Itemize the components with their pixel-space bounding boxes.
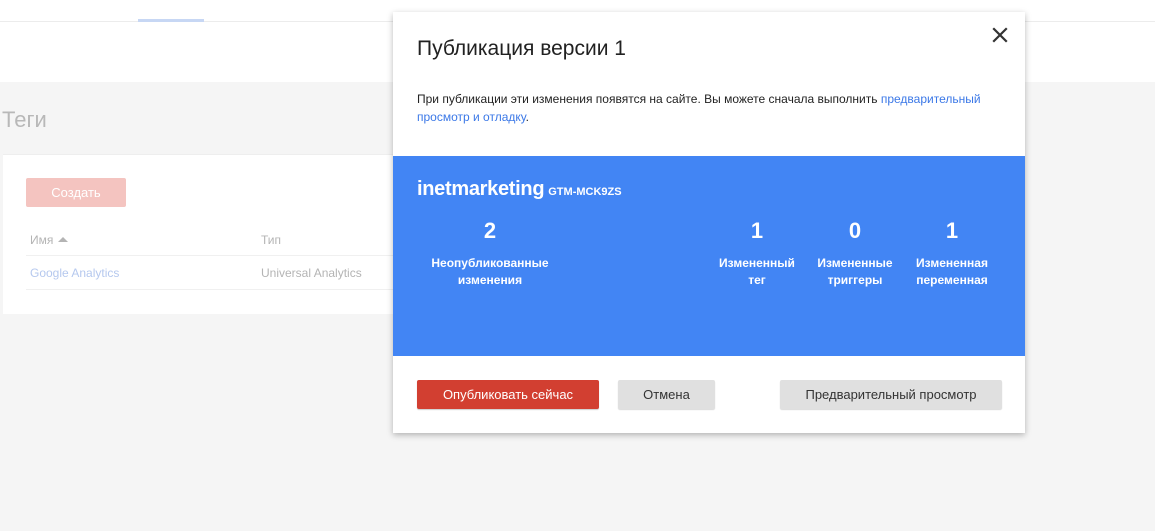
active-tab-indicator (138, 19, 204, 22)
stat-modified-tag: 1 Измененный тег (717, 218, 797, 289)
publish-now-button[interactable]: Опубликовать сейчас (417, 380, 599, 409)
container-name-row: inetmarketing GTM-MCK9ZS (417, 178, 622, 201)
tag-type-cell: Universal Analytics (261, 266, 362, 280)
publish-dialog: Публикация версии 1 При публикации эти и… (393, 12, 1025, 433)
stat-modified-variable: 1 Измененная переменная (912, 218, 992, 289)
stat-label-line: изменения (457, 273, 523, 287)
cancel-button[interactable]: Отмена (618, 380, 715, 409)
close-button[interactable] (987, 22, 1013, 48)
stat-label: Измененный тег (717, 255, 797, 289)
version-summary-panel: inetmarketing GTM-MCK9ZS 2 Неопубликованн… (393, 156, 1025, 356)
stat-label: Измененная переменная (912, 255, 992, 289)
stat-label-line: тег (748, 273, 766, 287)
stat-label-line: Неопубликованные (431, 256, 549, 270)
preview-button[interactable]: Предварительный просмотр (780, 380, 1002, 409)
column-header-name[interactable]: Имя (30, 233, 53, 247)
dialog-title: Публикация версии 1 (417, 37, 626, 60)
stat-label-line: триггеры (827, 273, 883, 287)
stat-value: 0 (848, 218, 862, 243)
stat-label-line: Измененная (916, 256, 988, 270)
column-header-type[interactable]: Тип (261, 233, 281, 247)
stat-value: 2 (483, 218, 497, 243)
page-title: Теги (2, 107, 47, 132)
dialog-description: При публикации эти изменения появятся на… (417, 90, 987, 126)
stat-label-line: Измененный (719, 256, 795, 270)
table-divider (26, 289, 423, 290)
table-divider (26, 255, 423, 256)
sort-ascending-icon[interactable] (58, 237, 68, 242)
description-text: При публикации эти изменения появятся на… (417, 92, 881, 106)
stat-value: 1 (750, 218, 764, 243)
description-end: . (525, 110, 529, 124)
close-icon (992, 27, 1008, 43)
container-name: inetmarketing (417, 178, 545, 200)
stat-modified-triggers: 0 Измененные триггеры (815, 218, 895, 289)
stat-value: 1 (945, 218, 959, 243)
stat-label-line: Измененные (817, 256, 893, 270)
create-tag-button[interactable]: Создать (26, 178, 126, 207)
stat-label-line: переменная (916, 273, 988, 287)
stat-unpublished-changes: 2 Неопубликованные изменения (423, 218, 557, 289)
stat-label: Измененные триггеры (815, 255, 895, 289)
stat-label: Неопубликованные изменения (423, 255, 557, 289)
tag-link-google-analytics[interactable]: Google Analytics (30, 266, 119, 280)
container-id: GTM-MCK9ZS (548, 186, 622, 198)
